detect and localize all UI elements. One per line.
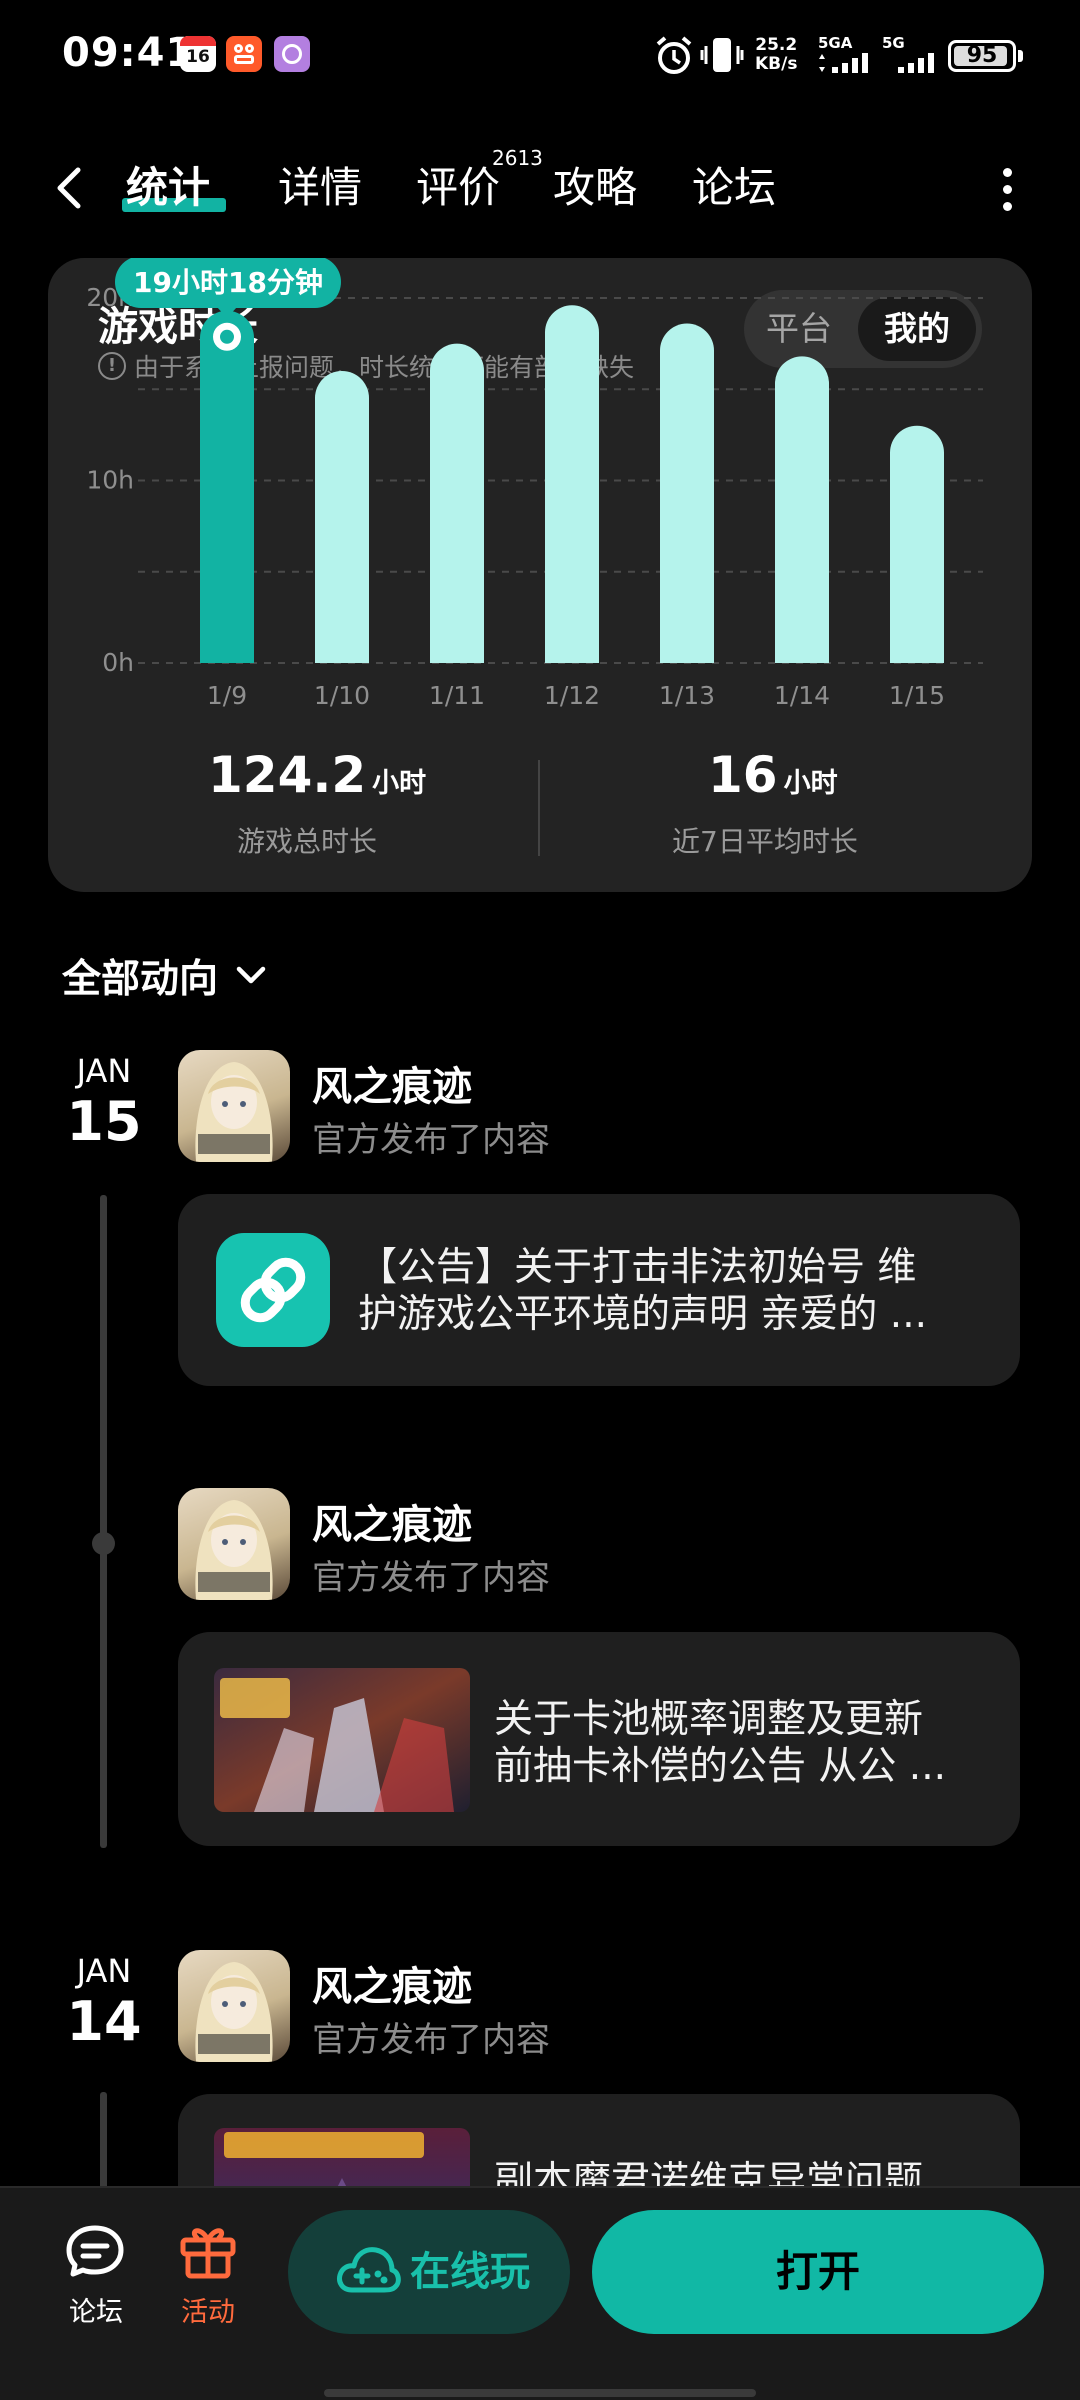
nav-events-button[interactable]: 活动 <box>168 2222 248 2329</box>
signal1-icon <box>819 53 868 73</box>
signal2-label: 5G <box>882 34 905 52</box>
vibrate-icon <box>700 38 744 72</box>
x-tick-label: 1/12 <box>544 681 600 710</box>
back-arrow-icon[interactable] <box>50 158 90 218</box>
battery-tip <box>1018 50 1023 62</box>
post-action: 官方发布了内容 <box>312 2020 550 2060</box>
x-tick-label: 1/11 <box>429 681 485 710</box>
post-card[interactable]: 【公告】关于打击非法初始号 维 护游戏公平环境的声明 亲爱的 ... <box>178 1194 1020 1386</box>
open-game-label: 打开 <box>775 2247 860 2296</box>
selected-bar-marker-inner <box>220 329 234 344</box>
chart-bar[interactable] <box>890 425 944 663</box>
network-speed-value: 25.2 <box>755 35 798 55</box>
post-text-line: 护游戏公平环境的声明 亲爱的 ... <box>358 1292 927 1337</box>
post-text-line: 前抽卡补偿的公告 从公 ... <box>494 1744 946 1789</box>
card-divider <box>538 760 540 856</box>
tab-guides[interactable]: 攻略 <box>553 158 637 218</box>
chart-bar[interactable] <box>200 310 254 663</box>
chevron-down-icon <box>236 966 266 984</box>
timeline-dot <box>92 1532 115 1555</box>
nav-events-label: 活动 <box>181 2297 235 2328</box>
tooltip-text: 19小时18分钟 <box>133 266 323 299</box>
tab-reviews[interactable]: 评价 <box>416 158 500 218</box>
average-playtime: 16 小时 <box>708 746 1008 804</box>
forum-chat-icon <box>66 2225 124 2277</box>
x-tick-label: 1/14 <box>774 681 830 710</box>
network-speed: 25.2 KB/s <box>755 36 797 74</box>
date-marker: JAN 15 <box>64 1052 144 1153</box>
calendar-app-icon: 16 <box>180 36 216 72</box>
alarm-icon <box>656 36 692 74</box>
playtime-bar-chart: 0h10h20h1/9 1/10 1/11 1/12 1/13 1/14 1/15 19小时… <box>86 258 983 710</box>
cloud-gamepad-icon <box>337 2247 401 2293</box>
post-text-line: 【公告】关于打击非法初始号 维 <box>358 1245 917 1290</box>
feed-filter-dropdown[interactable]: 全部动向 <box>62 948 268 1004</box>
chart-bar[interactable] <box>430 343 484 663</box>
game-avatar[interactable] <box>178 1050 290 1162</box>
timeline-line <box>100 1195 107 1848</box>
battery-text: 95 <box>966 43 998 68</box>
game-avatar[interactable] <box>178 1950 290 2062</box>
x-tick-label: 1/10 <box>314 681 370 710</box>
post-card[interactable]: 关于卡池概率调整及更新 前抽卡补偿的公告 从公 ... <box>178 1632 1020 1846</box>
open-game-button[interactable]: 打开 <box>592 2210 1044 2334</box>
bottom-action-bar: 论坛 活动 在线玩 打开 <box>0 2186 1080 2400</box>
play-online-button[interactable]: 在线玩 <box>288 2210 570 2334</box>
date-day: 14 <box>66 1990 142 2053</box>
network-speed-unit: KB/s <box>755 54 798 74</box>
date-marker: JAN 14 <box>64 1952 144 2053</box>
podcast-app-icon <box>274 36 310 72</box>
average-playtime-value: 16 <box>708 746 778 804</box>
average-playtime-unit: 小时 <box>783 768 838 799</box>
y-tick-label: 10h <box>86 466 134 495</box>
y-tick-label: 0h <box>102 648 134 677</box>
date-day: 15 <box>66 1090 142 1153</box>
total-playtime-unit: 小时 <box>372 768 427 799</box>
link-icon <box>216 1233 330 1347</box>
game-avatar[interactable] <box>178 1488 290 1600</box>
total-playtime-label: 游戏总时长 <box>237 825 378 858</box>
gift-icon <box>180 2228 236 2279</box>
post-author[interactable]: 风之痕迹 <box>312 1954 472 2012</box>
post-thumbnail <box>214 1668 470 1812</box>
signal1-label: 5GA <box>818 34 853 52</box>
status-time: 09:41 <box>62 30 195 76</box>
post-author[interactable]: 风之痕迹 <box>312 1492 472 1550</box>
date-month: JAN <box>76 1952 132 1990</box>
x-tick-label: 1/13 <box>659 681 715 710</box>
play-online-label: 在线玩 <box>410 2249 530 2295</box>
more-options-icon[interactable] <box>1000 164 1016 214</box>
post-text: 【公告】关于打击非法初始号 维 护游戏公平环境的声明 亲爱的 ... <box>358 1244 998 1338</box>
total-playtime: 124.2 小时 <box>208 746 508 804</box>
status-bar: 09:41 16 25.2 KB/s 5GA 5G 95 <box>0 0 1080 110</box>
nav-forum-label: 论坛 <box>69 2297 123 2328</box>
total-playtime-value: 124.2 <box>208 746 367 804</box>
shopping-app-icon <box>226 36 262 72</box>
home-indicator <box>324 2389 756 2397</box>
post-author[interactable]: 风之痕迹 <box>312 1054 472 1112</box>
post-text: 关于卡池概率调整及更新 前抽卡补偿的公告 从公 ... <box>494 1696 1004 1790</box>
review-count-badge: 2613 <box>492 146 543 170</box>
playtime-card: 游戏时长 ! 由于系统上报问题，时长统计可能有部分缺失 平台 我的 0h 10h 2… <box>48 258 1032 892</box>
x-tick-label: 1/15 <box>889 681 945 710</box>
nav-forum-button[interactable]: 论坛 <box>56 2222 136 2329</box>
chart-bar[interactable] <box>545 305 599 663</box>
signal2-icon <box>898 53 934 73</box>
calendar-day: 16 <box>186 47 210 67</box>
chart-bar[interactable] <box>775 356 829 663</box>
tab-details[interactable]: 详情 <box>278 158 362 218</box>
x-tick-label: 1/9 <box>207 681 247 710</box>
post-text-line: 关于卡池概率调整及更新 <box>494 1697 924 1742</box>
chart-bar[interactable] <box>315 371 369 663</box>
post-action: 官方发布了内容 <box>312 1120 550 1160</box>
chart-bar[interactable] <box>660 323 714 663</box>
date-month: JAN <box>76 1052 132 1090</box>
post-action: 官方发布了内容 <box>312 1558 550 1598</box>
average-playtime-label: 近7日平均时长 <box>672 825 858 858</box>
battery-icon: 95 <box>948 40 1016 72</box>
tab-stats[interactable]: 统计 <box>126 158 210 218</box>
tab-forum[interactable]: 论坛 <box>692 158 776 218</box>
feed-filter-label: 全部动向 <box>62 957 219 1002</box>
